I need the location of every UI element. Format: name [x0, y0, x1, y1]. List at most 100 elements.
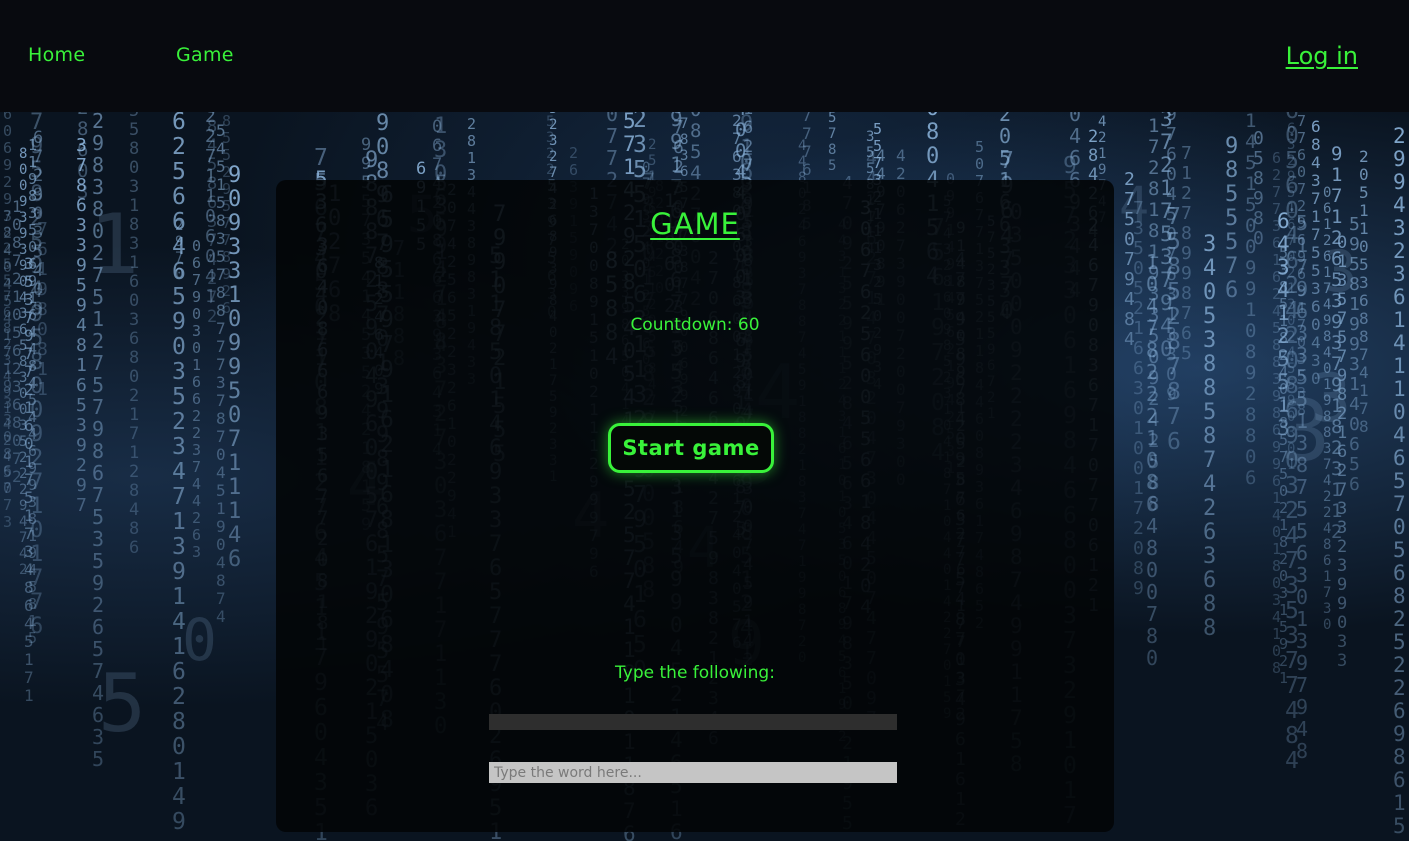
matrix-digit: 3: [28, 204, 37, 222]
nav-game-link[interactable]: Game: [176, 44, 234, 66]
matrix-digit: 7: [1148, 136, 1159, 158]
matrix-digit: 8: [1133, 558, 1144, 579]
matrix-digit: 7: [1181, 303, 1192, 324]
matrix-digit: 8: [3, 225, 11, 241]
matrix-digit: 8: [37, 299, 48, 320]
matrix-digit: 7: [216, 337, 226, 356]
matrix-digit: 6: [1166, 144, 1177, 165]
matrix-digit: 9: [228, 211, 241, 236]
matrix-digit: 5: [1245, 194, 1256, 216]
matrix-digit: 6: [1285, 248, 1299, 274]
matrix-digit: 8: [129, 348, 139, 368]
matrix-digit: 4: [172, 234, 186, 260]
matrix-digit: 1: [1245, 173, 1256, 195]
matrix-digit: 7: [1167, 404, 1181, 430]
matrix-digit: 6: [1349, 434, 1360, 455]
matrix-digit: 2: [1272, 166, 1281, 184]
matrix-digit: 1: [12, 197, 22, 216]
matrix-digit: 1: [1331, 500, 1342, 522]
matrix-digit: 7: [3, 289, 11, 305]
matrix-digit: 1: [1359, 201, 1369, 220]
matrix-digit: 6: [1203, 520, 1216, 545]
matrix-digit: 3: [228, 235, 241, 260]
matrix-digit: 7: [1311, 189, 1321, 208]
matrix-digit: 5: [999, 146, 1011, 170]
matrix-digit: 6: [192, 390, 201, 408]
matrix-digit: 3: [12, 377, 22, 396]
matrix-digit: 8: [467, 132, 476, 150]
matrix-digit: 6: [1393, 446, 1406, 470]
matrix-digit: 6: [12, 341, 22, 360]
matrix-digit: 1: [1393, 377, 1406, 401]
matrix-digit: 7: [1203, 448, 1216, 473]
matrix-digit: 2: [3, 337, 11, 353]
matrix-digit: 9: [1331, 143, 1342, 165]
matrix-digit: 6: [1349, 474, 1360, 495]
matrix-digit: 8: [1203, 352, 1216, 377]
word-input[interactable]: [489, 762, 897, 783]
matrix-digit: 7: [24, 668, 34, 687]
matrix-digit: 6: [192, 373, 201, 391]
matrix-digit: 5: [1133, 278, 1144, 299]
matrix-digit: 4: [216, 139, 226, 158]
matrix-digit: 2: [1272, 285, 1281, 303]
start-game-button[interactable]: Start game: [608, 423, 774, 473]
matrix-digit: 5: [866, 145, 874, 161]
login-link[interactable]: Log in: [1286, 42, 1358, 70]
matrix-digit: 3: [1323, 601, 1331, 617]
matrix-digit: 6: [1359, 291, 1369, 310]
matrix-digit: 4: [192, 475, 201, 493]
matrix-digit: 2: [3, 241, 11, 257]
matrix-digit: 3: [216, 373, 226, 392]
matrix-digit: 4: [1146, 294, 1158, 318]
matrix-digit: 1: [1148, 199, 1159, 221]
matrix-digit: 3: [192, 322, 201, 340]
matrix-digit: 4: [1285, 298, 1299, 324]
matrix-digit: 6: [92, 615, 104, 639]
matrix-digit: 7: [192, 458, 201, 476]
matrix-digit: 7: [1311, 225, 1321, 244]
matrix-digit: 2: [1146, 360, 1158, 384]
matrix-digit: 0: [129, 291, 139, 311]
matrix-digit: 3: [1166, 324, 1177, 345]
matrix-digit: 3: [1359, 273, 1369, 292]
matrix-digit: 9: [1133, 578, 1144, 599]
matrix-digit: 4: [1285, 698, 1299, 724]
matrix-digit: 6: [12, 395, 22, 414]
matrix-digit: 9: [172, 309, 186, 335]
matrix-digit: 7: [216, 265, 226, 284]
matrix-digit: 4: [76, 315, 87, 336]
matrix-digit: 2: [1331, 437, 1342, 459]
matrix-digit: 6: [76, 375, 87, 396]
matrix-digit-large: 3: [1280, 382, 1331, 480]
matrix-digit: 9: [1181, 263, 1192, 284]
matrix-digit: 4: [1285, 748, 1299, 774]
matrix-digit: 7: [3, 481, 11, 497]
matrix-digit: 5: [3, 273, 11, 289]
matrix-digit: 1: [92, 307, 104, 331]
matrix-digit: 2: [172, 134, 186, 160]
matrix-digit: 1: [37, 259, 48, 280]
matrix-digit: 2: [3, 433, 11, 449]
matrix-digit: 1: [129, 443, 139, 463]
matrix-digit: 0: [12, 305, 22, 324]
matrix-digit: 8: [37, 339, 48, 360]
matrix-digit: 7: [1285, 648, 1299, 674]
matrix-digit: 6: [228, 547, 241, 572]
matrix-digit: 1: [1393, 791, 1406, 815]
matrix-digit: 2: [12, 359, 22, 378]
matrix-digit: 1: [228, 499, 241, 524]
matrix-digit: 1: [24, 650, 34, 669]
nav-home-link[interactable]: Home: [28, 44, 85, 66]
matrix-digit: 6: [1225, 278, 1238, 303]
matrix-digit: 6: [28, 442, 37, 460]
matrix-digit: 4: [28, 561, 37, 579]
matrix-digit: 9: [76, 255, 87, 276]
matrix-digit: 0: [1133, 458, 1144, 479]
matrix-digit: 1: [172, 759, 186, 785]
matrix-digit: 0: [1393, 515, 1406, 539]
matrix-digit: 0: [1337, 613, 1347, 633]
matrix-digit: 0: [1133, 398, 1144, 419]
matrix-digit: 9: [1331, 311, 1342, 333]
matrix-digit: 4: [1285, 223, 1299, 249]
